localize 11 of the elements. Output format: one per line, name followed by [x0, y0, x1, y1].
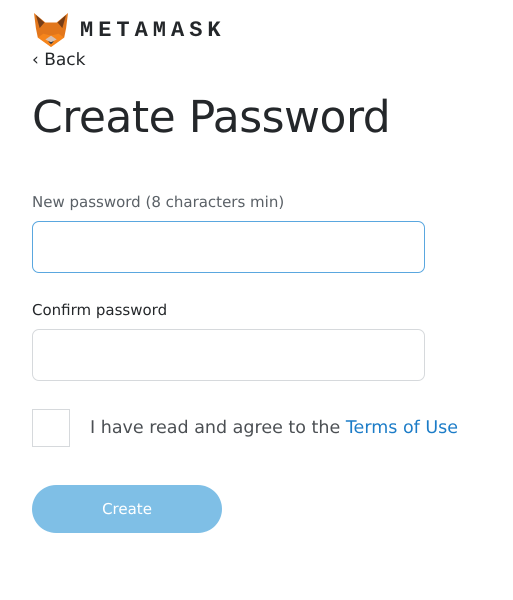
- back-link[interactable]: ‹ Back: [32, 50, 481, 70]
- field-label: New password (8 characters min): [32, 193, 286, 211]
- password-field[interactable]: [32, 221, 425, 273]
- agreement-text: I have read and agree to the Terms of Use: [90, 418, 458, 438]
- fox-logo-icon: [32, 13, 70, 47]
- password-field[interactable]: [32, 329, 425, 381]
- agree-checkbox[interactable]: [32, 409, 70, 447]
- field-label: Confirm password: [32, 301, 168, 319]
- brand-name: METAMASK: [80, 18, 226, 42]
- terms-link[interactable]: Terms of Use: [346, 418, 458, 438]
- page-title: Create Password: [32, 92, 392, 143]
